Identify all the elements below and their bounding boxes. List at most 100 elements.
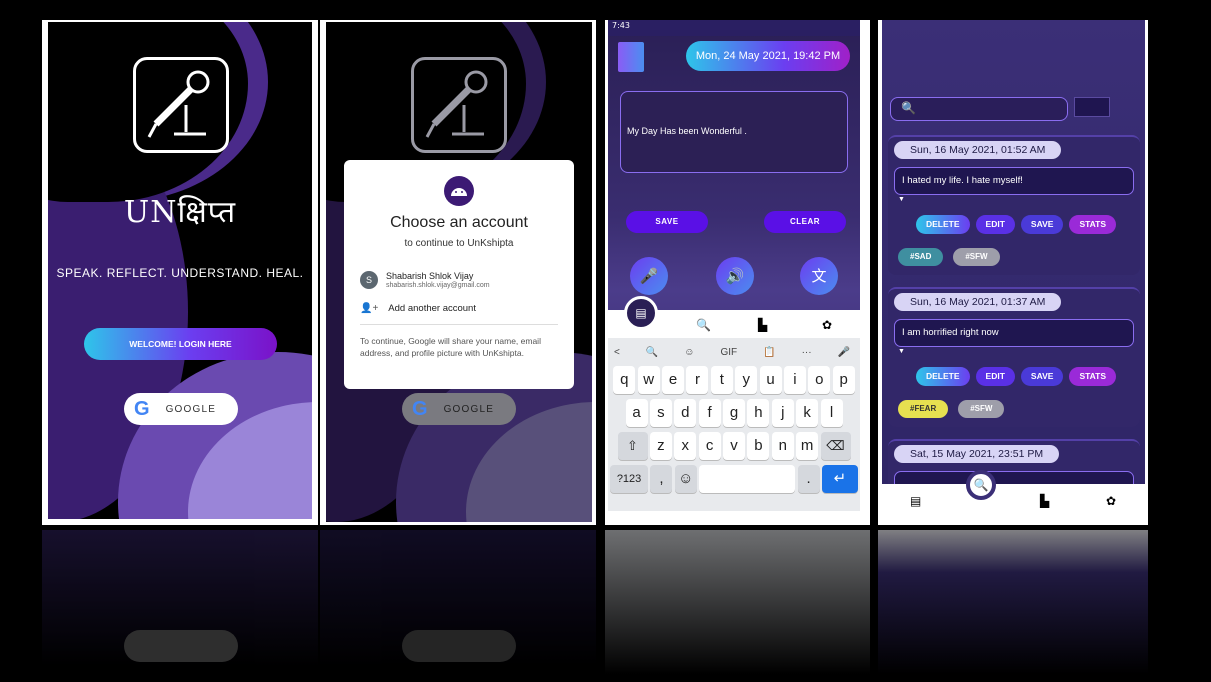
edit-button[interactable]: EDIT [975,367,1015,386]
edit-button[interactable]: EDIT [975,215,1015,234]
key-r[interactable]: r [686,366,709,394]
keyboard-mic-icon[interactable]: 🎤 [838,347,850,358]
symbols-key[interactable]: ?123 [610,465,649,493]
key-j[interactable]: j [771,399,794,427]
search-icon[interactable]: 🔍 [696,318,711,332]
backspace-key[interactable]: ⌫ [820,432,851,460]
key-m[interactable]: m [796,432,819,460]
google-logo-icon: G [412,397,428,420]
tag-badge: #SFW [953,248,1000,266]
stats-icon[interactable]: ▙ [1040,494,1049,508]
entry-card: Sat, 15 May 2021, 23:51 PM [888,439,1140,484]
stats-button[interactable]: STATS [1069,215,1117,234]
period-key[interactable]: . [797,465,820,493]
settings-icon[interactable]: ✿ [822,318,832,332]
key-o[interactable]: o [808,366,831,394]
key-s[interactable]: s [649,399,672,427]
key-f[interactable]: f [698,399,721,427]
clipboard-icon[interactable]: 📋 [763,347,775,358]
google-signin-button[interactable]: G GOOGLE [402,393,516,425]
account-chooser-screen: Choose an account to continue to UnKship… [320,20,596,525]
bottom-navigation: ▤ 🔍 ▙ ✿ [608,296,860,338]
entry-tags: #FEAR #SFW [898,400,1005,418]
save-button[interactable]: SAVE [626,211,708,233]
shift-key[interactable]: ⇧ [617,432,648,460]
google-signin-button[interactable]: G GOOGLE [124,393,238,425]
key-h[interactable]: h [747,399,770,427]
keyboard-search-icon[interactable]: 🔍 [646,347,658,358]
entry-tags: #SAD #SFW [898,248,1000,266]
status-bar: 7:43 [608,20,860,36]
keyboard-toolbar: < 🔍 ☺ GIF 📋 ··· 🎤 [608,338,860,366]
sticker-icon[interactable]: ☺ [684,347,694,358]
stats-icon[interactable]: ▙ [758,318,767,332]
date-display: Mon, 24 May 2021, 19:42 PM [686,41,850,71]
keyboard-back-icon[interactable]: < [614,347,620,358]
google-button-label: GOOGLE [443,403,495,415]
enter-key[interactable]: ↵ [821,465,858,493]
key-c[interactable]: c [698,432,721,460]
tagline: SPEAK. REFLECT. UNDERSTAND. HEAL. [56,266,304,280]
microphone-icon[interactable]: 🎤 [630,257,668,295]
space-key[interactable] [699,465,796,493]
journal-icon[interactable]: ▤ [624,296,658,330]
journal-icon[interactable]: ▤ [910,494,921,508]
journal-entry-input[interactable]: My Day Has been Wonderful . [620,91,848,173]
expand-icon[interactable]: ▼ [898,196,905,203]
key-a[interactable]: a [625,399,648,427]
entry-text[interactable]: I hated my life. I hate myself! [894,167,1134,195]
search-icon[interactable]: 🔍 [966,470,996,500]
key-y[interactable]: y [735,366,758,394]
gif-button[interactable]: GIF [720,347,737,358]
key-t[interactable]: t [710,366,733,394]
key-g[interactable]: g [723,399,745,427]
search-input[interactable]: 🔍 [890,97,1068,121]
keyboard-row: qwertyuiop [608,366,860,394]
key-p[interactable]: p [832,366,855,394]
entry-actions: DELETE EDIT SAVE STATS [916,215,1117,234]
app-logo [411,57,507,153]
key-b[interactable]: b [747,432,770,460]
entry-date: Sun, 16 May 2021, 01:37 AM [894,293,1062,311]
delete-button[interactable]: DELETE [916,215,970,234]
key-d[interactable]: d [674,399,697,427]
stats-button[interactable]: STATS [1069,367,1117,386]
key-w[interactable]: w [637,366,660,394]
key-n[interactable]: n [771,432,794,460]
key-z[interactable]: z [649,432,672,460]
settings-icon[interactable]: ✿ [1106,494,1116,508]
key-e[interactable]: e [662,366,685,394]
account-row[interactable]: S Shabarish Shlok Vijay shabarish.shlok.… [360,271,574,289]
add-account-row[interactable]: 👤+ Add another account [360,303,574,314]
welcome-login-button[interactable]: WELCOME! LOGIN HERE [84,328,277,360]
key-x[interactable]: x [674,432,697,460]
add-person-icon: 👤+ [360,303,379,314]
key-l[interactable]: l [820,399,843,427]
key-v[interactable]: v [723,432,745,460]
legal-text: To continue, Google will share your name… [360,336,541,358]
reflected-google-button [402,630,516,662]
key-k[interactable]: k [796,399,819,427]
save-button[interactable]: SAVE [1020,215,1064,234]
comma-key[interactable]: , [650,465,673,493]
entry-card: Sun, 16 May 2021, 01:37 AM I am horrifie… [888,287,1140,427]
google-button-label: GOOGLE [165,403,217,415]
more-icon[interactable]: ··· [802,347,812,358]
notebook-icon [618,42,644,72]
entries-reflection [878,530,1148,682]
save-button[interactable]: SAVE [1020,367,1064,386]
clear-button[interactable]: CLEAR [764,211,846,233]
entry-text[interactable]: I am horrified right now [894,319,1134,347]
avatar: S [360,271,378,289]
expand-icon[interactable]: ▼ [898,348,905,355]
key-u[interactable]: u [759,366,782,394]
letter-keys: zxcvbnm [649,432,820,460]
key-q[interactable]: q [613,366,636,394]
speaker-icon[interactable]: 🔊 [716,257,754,295]
entry-text[interactable] [894,471,1134,484]
key-i[interactable]: i [783,366,806,394]
filter-button[interactable] [1074,97,1110,117]
emoji-key[interactable]: ☺ [674,465,697,493]
translate-icon[interactable]: 文 [800,257,838,295]
delete-button[interactable]: DELETE [916,367,970,386]
